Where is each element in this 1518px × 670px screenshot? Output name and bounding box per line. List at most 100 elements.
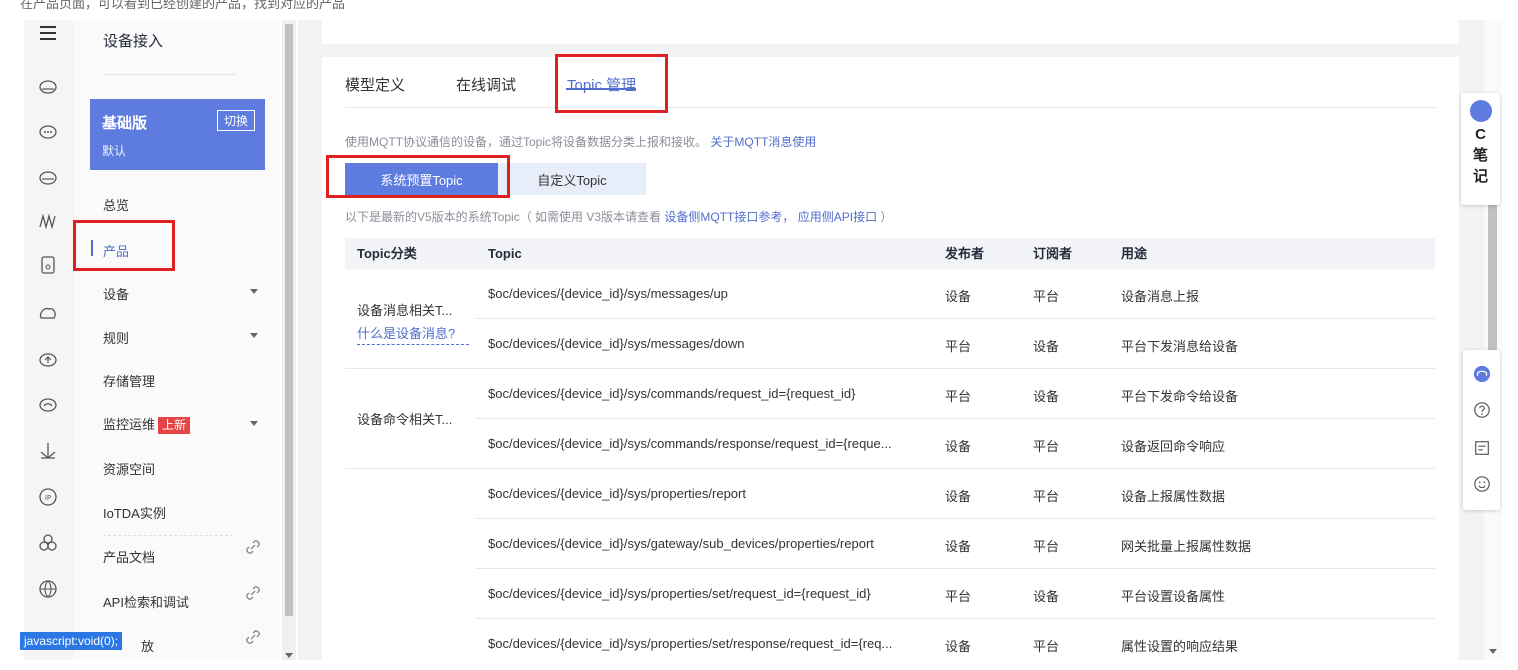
row-divider — [476, 318, 1435, 319]
scroll-down-arrow-icon[interactable] — [285, 653, 293, 658]
c-notes-widget[interactable]: C 笔 记 — [1461, 93, 1500, 205]
scroll-down-arrow-icon[interactable] — [1489, 649, 1497, 654]
nav-item-partial[interactable]: 放 — [141, 636, 154, 655]
mqtt-usage-link[interactable]: 关于MQTT消息使用 — [710, 135, 816, 149]
header-subscriber: 订阅者 — [1033, 246, 1073, 261]
row-divider — [476, 418, 1435, 419]
nav-scrollbar-thumb[interactable] — [285, 24, 293, 616]
topic-cell: $oc/devices/{device_id}/sys/messages/up — [488, 286, 728, 301]
help-icon[interactable] — [1472, 400, 1492, 420]
nav-item-resource-space[interactable]: 资源空间 — [103, 459, 155, 478]
usage-cell: 平台下发消息给设备 — [1121, 339, 1239, 354]
topic-card: 模型定义 在线调试 Topic 管理 使用MQTT协议通信的设备，通过Topic… — [322, 57, 1459, 660]
subscriber-cell: 平台 — [1033, 439, 1060, 454]
topic-cell: $oc/devices/{device_id}/sys/properties/s… — [488, 636, 893, 651]
side-nav: 设备接入 基础版 默认 切换 总览 产品 设备 规则 存储管理 监控运维 上新 资… — [74, 20, 280, 660]
topic-cell: $oc/devices/{device_id}/sys/properties/s… — [488, 586, 871, 601]
nav-item-monitor[interactable]: 监控运维 上新 — [103, 414, 191, 434]
publisher-cell: 平台 — [945, 339, 972, 354]
topic-cell: $oc/devices/{device_id}/sys/messages/dow… — [488, 336, 745, 351]
external-link-icon[interactable] — [246, 630, 260, 647]
usage-cell: 设备返回命令响应 — [1121, 439, 1226, 454]
version-subtitle: 默认 — [102, 144, 127, 158]
subscriber-cell: 平台 — [1033, 639, 1060, 654]
table-header: Topic分类 Topic 发布者 订阅者 用途 — [345, 238, 1435, 269]
usage-cell: 设备消息上报 — [1121, 289, 1200, 304]
version-note-prefix: 以下是最新的V5版本的系统Topic（ 如需使用 V3版本请查看 — [345, 210, 662, 224]
nav-item-device[interactable]: 设备 — [103, 284, 129, 303]
system-topic-button[interactable]: 系统预置Topic — [345, 163, 498, 195]
cloud-icon[interactable] — [37, 75, 59, 97]
publisher-cell: 设备 — [945, 639, 972, 654]
subscriber-cell: 平台 — [1033, 539, 1060, 554]
device-icon[interactable] — [37, 254, 59, 276]
topic-cell: $oc/devices/{device_id}/sys/commands/res… — [488, 436, 892, 451]
publisher-cell: 设备 — [945, 439, 972, 454]
header-usage: 用途 — [1121, 246, 1148, 261]
nav-item-iotda-instance[interactable]: IoTDA实例 — [103, 503, 166, 522]
custom-topic-button[interactable]: 自定义Topic — [498, 163, 646, 195]
version-note: 以下是最新的V5版本的系统Topic（ 如需使用 V3版本请查看 设备侧MQTT… — [345, 208, 892, 225]
description: 使用MQTT协议通信的设备，通过Topic将设备数据分类上报和接收。 关于MQT… — [345, 133, 816, 150]
chevron-down-icon[interactable] — [250, 421, 258, 426]
chevron-down-icon[interactable] — [250, 333, 258, 338]
c-notes-label-1: C — [1475, 126, 1486, 143]
nav-scrollbar[interactable] — [282, 20, 296, 660]
nav-item-overview[interactable]: 总览 — [103, 195, 129, 214]
nav-item-api[interactable]: API检索和调试 — [103, 592, 189, 611]
subscriber-cell: 平台 — [1033, 289, 1060, 304]
app-api-link[interactable]: 应用侧API接口 — [798, 210, 877, 224]
nav-item-product[interactable]: 产品 — [103, 241, 129, 260]
feedback-icon[interactable] — [1472, 438, 1492, 458]
subscriber-cell: 设备 — [1033, 339, 1060, 354]
category-commands: 设备命令相关T... — [357, 412, 453, 427]
floating-tools — [1463, 350, 1500, 510]
row-divider — [345, 468, 1435, 469]
waves-icon[interactable] — [37, 210, 59, 232]
publisher-cell: 平台 — [945, 389, 972, 404]
c-notes-label-2: 笔 — [1472, 147, 1488, 164]
new-badge: 上新 — [158, 417, 191, 434]
what-is-device-message-link[interactable]: 什么是设备消息? — [357, 323, 469, 345]
smiley-icon[interactable] — [1472, 474, 1492, 494]
svg-text:IP: IP — [45, 494, 51, 502]
category-messages: 设备消息相关T... — [357, 303, 453, 318]
chevron-down-icon[interactable] — [250, 289, 258, 294]
subscriber-cell: 平台 — [1033, 489, 1060, 504]
cloud-upload-icon[interactable] — [37, 348, 59, 370]
subscriber-cell: 设备 — [1033, 389, 1060, 404]
device-mqtt-reference-link[interactable]: 设备侧MQTT接口参考， — [664, 210, 794, 224]
publisher-cell: 设备 — [945, 489, 972, 504]
tab-model-definition[interactable]: 模型定义 — [345, 74, 405, 95]
headset-icon[interactable] — [1472, 364, 1492, 384]
ip-icon[interactable]: IP — [37, 486, 59, 508]
external-link-icon[interactable] — [246, 540, 260, 557]
publisher-cell: 设备 — [945, 539, 972, 554]
nav-divider — [103, 74, 236, 75]
header-publisher: 发布者 — [945, 246, 985, 261]
cloud-link-icon[interactable] — [37, 393, 59, 415]
active-indicator — [91, 240, 93, 256]
globe-icon[interactable] — [37, 578, 59, 600]
tab-online-debug[interactable]: 在线调试 — [456, 74, 516, 95]
version-card[interactable]: 基础版 默认 切换 — [90, 99, 265, 170]
tab-topic-management[interactable]: Topic 管理 — [567, 74, 636, 95]
switch-version-button[interactable]: 切换 — [216, 110, 255, 131]
nav-item-monitor-label: 监控运维 — [103, 417, 156, 432]
nav-item-docs[interactable]: 产品文档 — [103, 547, 155, 566]
nav-title: 设备接入 — [103, 33, 164, 50]
cloud-storage-icon[interactable] — [37, 166, 59, 188]
menu-icon[interactable] — [37, 22, 59, 44]
cluster-icon[interactable] — [37, 532, 59, 554]
cloud-outline-icon[interactable] — [37, 302, 59, 324]
external-link-icon[interactable] — [246, 586, 260, 603]
row-divider — [345, 368, 1435, 369]
icon-rail: IP — [24, 20, 74, 660]
nav-item-rules[interactable]: 规则 — [103, 328, 129, 347]
cloud-chat-icon[interactable] — [37, 120, 59, 142]
subscriber-cell: 设备 — [1033, 589, 1060, 604]
anchor-icon[interactable] — [37, 440, 59, 462]
version-note-suffix: ） — [880, 210, 893, 224]
nav-item-storage[interactable]: 存储管理 — [103, 371, 155, 390]
header-category: Topic分类 — [357, 246, 417, 261]
